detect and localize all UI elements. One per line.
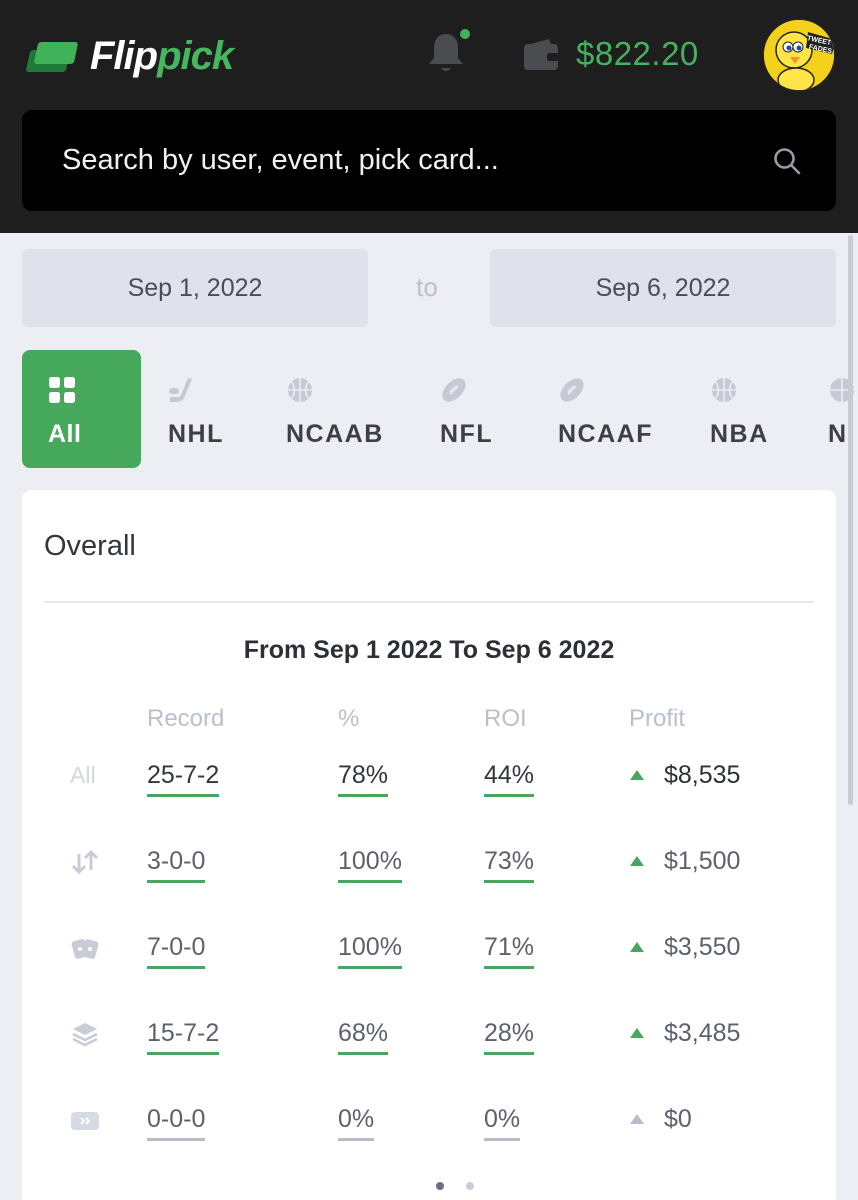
tab-nfl[interactable]: NFL	[440, 350, 520, 468]
profit-cell: $0	[630, 1104, 692, 1134]
header-record: Record	[147, 705, 225, 732]
header-profit: Profit	[629, 705, 686, 732]
scrollbar[interactable]	[848, 235, 853, 805]
roi-value[interactable]: 73%	[484, 846, 535, 883]
carousel-dot-active[interactable]	[436, 1182, 444, 1190]
card-title: Overall	[44, 530, 136, 562]
tab-nba[interactable]: NBA	[710, 350, 800, 468]
search-input[interactable]	[62, 110, 742, 211]
top-bar: Flippick $822.20 TWEETY FADES	[0, 0, 858, 233]
date-to-label: to	[416, 272, 438, 302]
record-value[interactable]: 25-7-2	[147, 760, 220, 797]
sport-tabs: All NHL NCAAB NFL NCAAF NBA N	[22, 350, 858, 468]
wallet-icon[interactable]	[523, 38, 559, 72]
profit-cell: $3,485	[630, 1018, 740, 1048]
header-roi: ROI	[484, 705, 527, 732]
tab-ncaaf[interactable]: NCAAF	[558, 350, 668, 468]
profit-cell: $3,550	[630, 932, 740, 962]
avatar[interactable]: TWEETY FADES	[762, 18, 836, 92]
date-range-text: From Sep 1 2022 To Sep 6 2022	[243, 636, 615, 664]
stats-row-all: All 25-7-2 78% 44% $8,535	[22, 760, 836, 800]
record-value[interactable]: 15-7-2	[147, 1018, 220, 1055]
profit-value: $3,485	[664, 1019, 741, 1047]
layers-icon	[72, 1023, 98, 1047]
hockey-stick-icon	[169, 378, 192, 402]
search-icon[interactable]	[772, 146, 802, 176]
ticket-icon	[71, 1112, 99, 1130]
divider	[44, 601, 814, 603]
tab-nfl-label: NFL	[440, 420, 494, 448]
row-label-all: All	[70, 762, 96, 788]
tab-more[interactable]: N	[828, 350, 858, 468]
carousel-dot[interactable]	[466, 1182, 474, 1190]
search-bar[interactable]	[22, 110, 836, 211]
football-icon	[442, 378, 466, 402]
tab-ncaaf-label: NCAAF	[558, 420, 653, 448]
pct-value[interactable]: 100%	[338, 846, 402, 883]
profit-value: $3,550	[664, 933, 741, 961]
date-to-picker[interactable]: Sep 6, 2022	[490, 249, 836, 327]
tab-all[interactable]: All	[22, 350, 141, 468]
grid-icon	[49, 377, 75, 403]
overall-card: Overall From Sep 1 2022 To Sep 6 2022 Re…	[22, 490, 836, 1200]
tab-nhl-label: NHL	[168, 420, 224, 448]
arrows-up-down-icon	[71, 849, 99, 875]
pct-value[interactable]: 68%	[338, 1018, 389, 1055]
roi-value[interactable]: 71%	[484, 932, 535, 969]
logo-mark-icon	[25, 36, 79, 76]
up-arrow-icon	[630, 1028, 644, 1038]
notification-dot	[460, 29, 470, 39]
profit-value: $0	[664, 1105, 692, 1133]
up-arrow-icon	[630, 856, 644, 866]
pct-value[interactable]: 78%	[338, 760, 389, 797]
profit-value: $8,535	[664, 761, 741, 789]
stats-row-ticket: 0-0-0 0% 0% $0	[22, 1104, 836, 1144]
up-arrow-icon	[630, 942, 644, 952]
stats-row-cards: 7-0-0 100% 71% $3,550	[22, 932, 836, 972]
cards-icon	[71, 939, 99, 959]
tab-nba-label: NBA	[710, 420, 769, 448]
record-value[interactable]: 7-0-0	[147, 932, 206, 969]
roi-value[interactable]: 28%	[484, 1018, 535, 1055]
tab-ncaab[interactable]: NCAAB	[286, 350, 406, 468]
logo-text-part1: Flip	[90, 33, 158, 78]
pct-value[interactable]: 0%	[338, 1104, 375, 1141]
stats-row-straight: 3-0-0 100% 73% $1,500	[22, 846, 836, 886]
profit-cell: $1,500	[630, 846, 740, 876]
profit-value: $1,500	[664, 847, 741, 875]
football-icon	[560, 378, 584, 402]
date-from-picker[interactable]: Sep 1, 2022	[22, 249, 368, 327]
wallet-balance[interactable]: $822.20	[576, 35, 699, 73]
tab-more-label: N	[828, 420, 848, 448]
stats-row-parlays: 15-7-2 68% 28% $3,485	[22, 1018, 836, 1058]
basketball-icon	[712, 378, 736, 402]
tab-ncaab-label: NCAAB	[286, 420, 384, 448]
record-value[interactable]: 3-0-0	[147, 846, 206, 883]
roi-value[interactable]: 44%	[484, 760, 535, 797]
pct-value[interactable]: 100%	[338, 932, 402, 969]
tweety-avatar-icon: TWEETY FADES	[764, 20, 834, 90]
tab-all-label: All	[48, 420, 82, 448]
flippick-logo[interactable]: Flippick	[25, 28, 234, 84]
basketball-icon	[288, 378, 312, 402]
up-arrow-icon	[630, 1114, 644, 1124]
profit-cell: $8,535	[630, 760, 740, 790]
record-value[interactable]: 0-0-0	[147, 1104, 206, 1141]
header-pct: %	[338, 705, 360, 732]
roi-value[interactable]: 0%	[484, 1104, 521, 1141]
logo-text-part2: pick	[157, 33, 234, 78]
tab-nhl[interactable]: NHL	[168, 350, 268, 468]
up-arrow-icon	[630, 770, 644, 780]
